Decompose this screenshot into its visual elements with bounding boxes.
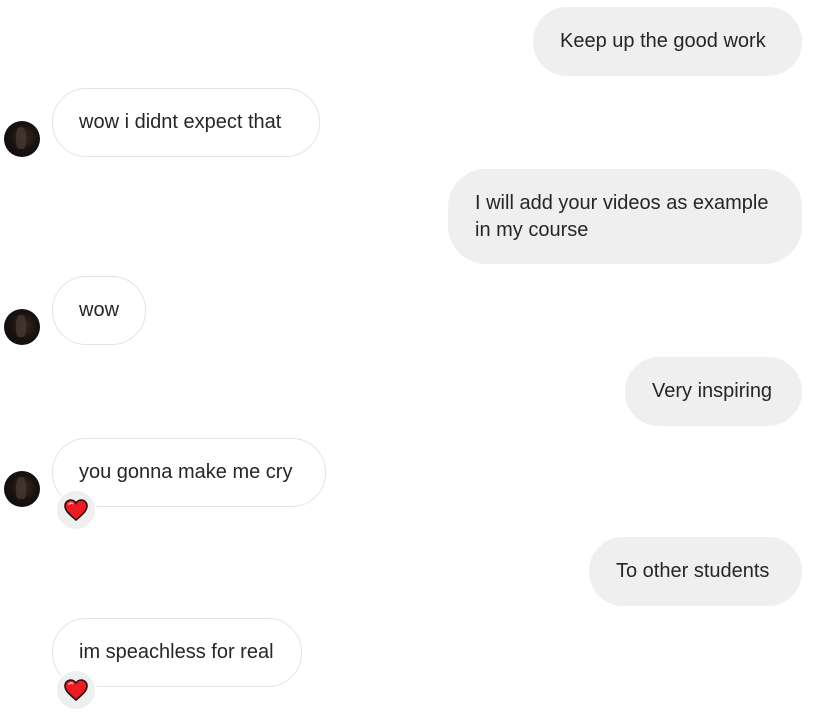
message-text: Keep up the good work xyxy=(560,30,766,52)
heart-icon xyxy=(64,679,88,701)
heart-reaction[interactable] xyxy=(55,669,97,711)
message-text: wow xyxy=(79,299,120,321)
received-message-bubble[interactable]: wow i didnt expect that xyxy=(52,88,320,157)
contact-avatar[interactable] xyxy=(4,471,40,507)
message-text: you gonna make me cry xyxy=(79,461,293,483)
sent-message-bubble[interactable]: Keep up the good work xyxy=(533,7,802,76)
message-text: im speachless for real xyxy=(79,641,274,663)
received-message-bubble[interactable]: you gonna make me cry xyxy=(52,438,326,507)
heart-reaction[interactable] xyxy=(55,489,97,531)
contact-avatar[interactable] xyxy=(4,309,40,345)
message-text: I will add your videos as example in my … xyxy=(475,191,769,241)
message-text: wow i didnt expect that xyxy=(79,111,282,133)
message-text: To other students xyxy=(616,560,770,582)
sent-message-bubble[interactable]: Very inspiring xyxy=(625,357,802,426)
sent-message-bubble[interactable]: I will add your videos as example in my … xyxy=(448,169,802,264)
sent-message-bubble[interactable]: To other students xyxy=(589,537,802,606)
heart-icon xyxy=(64,499,88,521)
contact-avatar[interactable] xyxy=(4,121,40,157)
received-message-bubble[interactable]: wow xyxy=(52,276,146,345)
message-text: Very inspiring xyxy=(652,380,773,402)
